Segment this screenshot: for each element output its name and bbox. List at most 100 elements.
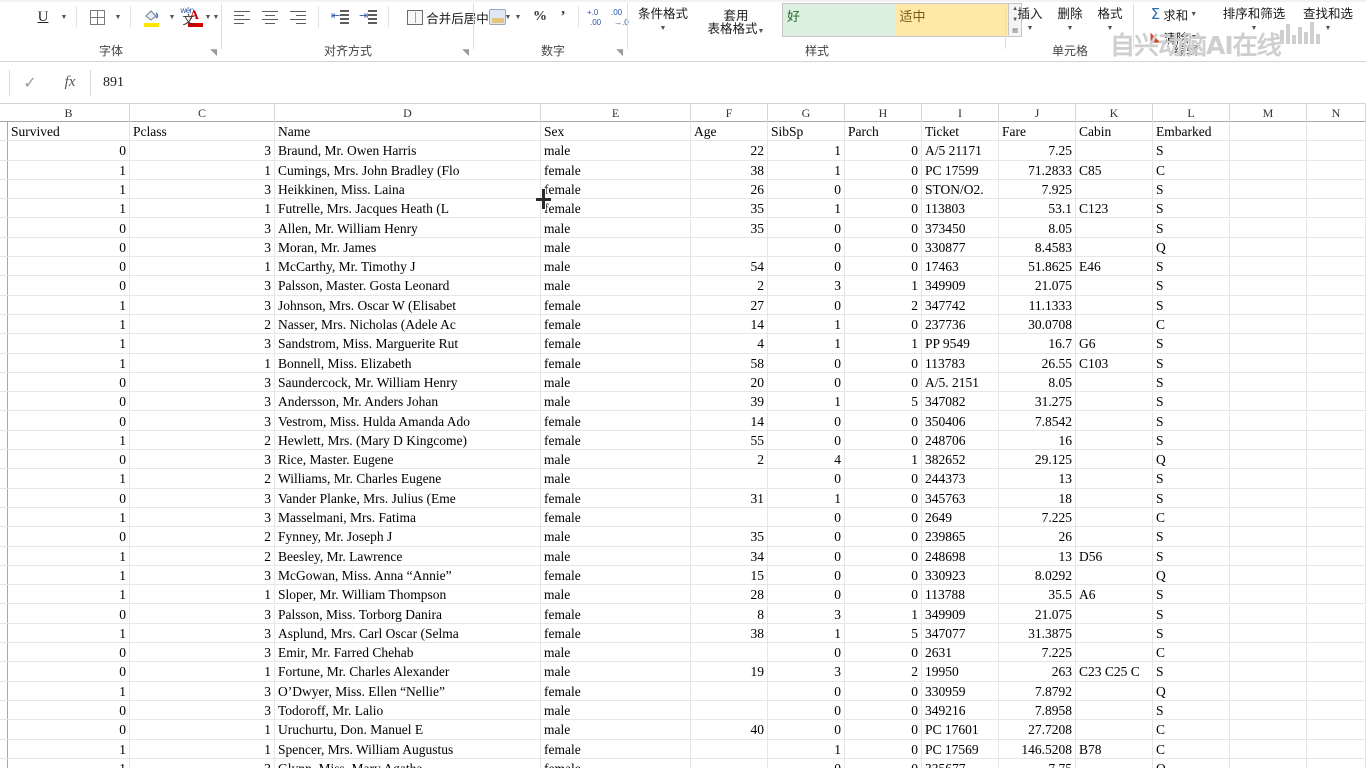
cell-G[interactable]: 1 [768, 334, 845, 354]
cell-K[interactable]: B78 [1076, 739, 1153, 759]
table-row[interactable]: 1 3 Johnson, Mrs. Oscar W (Elisabet female 2… [0, 295, 1366, 315]
cell-L[interactable]: S [1153, 392, 1230, 412]
cell-L[interactable]: S [1153, 276, 1230, 296]
cell-L[interactable]: C [1153, 315, 1230, 335]
cell-I[interactable]: 347077 [922, 623, 999, 644]
cell-L[interactable]: C [1153, 739, 1230, 759]
cell-C[interactable]: 1 [130, 199, 275, 219]
cell-D[interactable]: Fynney, Mr. Joseph J [275, 527, 541, 547]
cell-N[interactable] [1307, 276, 1366, 296]
cell-C[interactable]: 3 [130, 623, 275, 644]
cell-D[interactable]: McCarthy, Mr. Timothy J [275, 257, 541, 277]
cell-H[interactable]: 0 [845, 469, 922, 489]
table-row[interactable]: 1 3 O’Dwyer, Miss. Ellen “Nellie” female 0 0 3… [0, 681, 1366, 701]
cell-G[interactable]: 1 [768, 623, 845, 644]
cell-D[interactable]: O’Dwyer, Miss. Ellen “Nellie” [275, 681, 541, 701]
phonetic-guide-button[interactable]: wén 文 [174, 4, 200, 30]
cell-G[interactable]: 1 [768, 199, 845, 219]
cell-F[interactable] [691, 701, 768, 721]
confirm-entry-button[interactable]: ✓ [10, 73, 50, 93]
table-row[interactable]: 0 3 Vander Planke, Mrs. Julius (Eme female 3… [0, 488, 1366, 508]
cell-J[interactable]: 7.8542 [999, 411, 1076, 431]
cell-C[interactable]: 3 [130, 450, 275, 470]
cell-E[interactable]: female [541, 411, 691, 431]
align-center-button[interactable] [256, 4, 284, 30]
table-row[interactable]: 0 1 Uruchurtu, Don. Manuel Emale 40 0 0 PC 176… [0, 720, 1366, 740]
table-row[interactable]: 0 3 Palsson, Master. Gosta Leonard male 2 3 1 3… [0, 276, 1366, 296]
table-row[interactable]: 1 2 Hewlett, Mrs. (Mary D Kingcome) female 5… [0, 430, 1366, 451]
cell-G[interactable]: 3 [768, 604, 845, 624]
table-row[interactable]: 1 2 Beesley, Mr. Lawrence male 34 0 0 248698 13 D… [0, 546, 1366, 566]
cell-J[interactable]: 31.275 [999, 392, 1076, 412]
cell-B[interactable]: 0 [8, 141, 130, 161]
cell-N[interactable] [1307, 758, 1366, 768]
cell-I[interactable]: 350406 [922, 411, 999, 431]
cell-M[interactable] [1230, 257, 1307, 277]
cell-K[interactable] [1076, 758, 1153, 768]
cell-G[interactable]: 1 [768, 392, 845, 412]
cell-I[interactable]: 349216 [922, 701, 999, 721]
cell-E[interactable]: female [541, 160, 691, 180]
cell-E[interactable]: male [541, 218, 691, 238]
cell-E[interactable]: female [541, 758, 691, 768]
cell-L[interactable]: S [1153, 430, 1230, 451]
cell-D[interactable]: Uruchurtu, Don. Manuel E [275, 720, 541, 740]
cell-B[interactable]: 1 [8, 160, 130, 180]
cell-F[interactable]: 28 [691, 585, 768, 605]
cell-B[interactable]: 1 [8, 295, 130, 315]
cell-E[interactable]: female [541, 681, 691, 701]
cell-H[interactable]: 0 [845, 199, 922, 219]
cell-E[interactable]: Sex [541, 122, 691, 142]
cell-C[interactable]: 1 [130, 257, 275, 277]
cell-N[interactable] [1307, 199, 1366, 219]
table-row[interactable]: 1 3 Masselmani, Mrs. Fatima female 0 0 2649 7.2… [0, 508, 1366, 528]
cell-F[interactable]: 22 [691, 141, 768, 161]
borders-dropdown[interactable]: ▼ [110, 4, 124, 30]
cell-J[interactable]: 18 [999, 488, 1076, 508]
cell-E[interactable]: female [541, 179, 691, 200]
cell-K[interactable] [1076, 701, 1153, 721]
table-row[interactable]: 1 1 Sloper, Mr. William Thompson male 28 0 0 11… [0, 585, 1366, 605]
table-row[interactable]: 0 3 Emir, Mr. Farred Chehab male 0 0 2631 7.225… [0, 643, 1366, 663]
table-row[interactable]: 0 3 Saundercock, Mr. William Henry male 20 0 0… [0, 372, 1366, 393]
cell-K[interactable]: C23 C25 C [1076, 662, 1153, 682]
cell-B[interactable]: 1 [8, 353, 130, 373]
table-row[interactable]: 0 3 Vestrom, Miss. Hulda Amanda Ado female 1… [0, 411, 1366, 431]
cell-I[interactable]: PC 17569 [922, 739, 999, 759]
cell-M[interactable] [1230, 160, 1307, 180]
cell-L[interactable]: C [1153, 160, 1230, 180]
cell-H[interactable]: 0 [845, 218, 922, 238]
cell-M[interactable] [1230, 392, 1307, 412]
cell-B[interactable]: 1 [8, 585, 130, 605]
cell-M[interactable] [1230, 604, 1307, 624]
cell-F[interactable]: 20 [691, 372, 768, 393]
cell-J[interactable]: 8.4583 [999, 237, 1076, 258]
table-row[interactable]: 1 2 Williams, Mr. Charles Eugene male 0 0 2443… [0, 469, 1366, 489]
cell-G[interactable]: 0 [768, 411, 845, 431]
cell-N[interactable] [1307, 585, 1366, 605]
cell-K[interactable] [1076, 411, 1153, 431]
cell-B[interactable]: Survived [8, 122, 130, 142]
cell-B[interactable]: 1 [8, 739, 130, 759]
cell-H[interactable]: 0 [845, 701, 922, 721]
cell-D[interactable]: Hewlett, Mrs. (Mary D Kingcome) [275, 430, 541, 451]
cell-I[interactable]: 19950 [922, 662, 999, 682]
cell-D[interactable]: Name [275, 122, 541, 142]
cell-H[interactable]: 0 [845, 179, 922, 200]
conditional-formatting-button[interactable]: 条件格式 ▼ [632, 2, 694, 40]
column-header-K[interactable]: K [1076, 104, 1153, 122]
cell-H[interactable]: 0 [845, 758, 922, 768]
cell-D[interactable]: Palsson, Master. Gosta Leonard [275, 276, 541, 296]
cell-M[interactable] [1230, 430, 1307, 451]
cell-E[interactable]: female [541, 295, 691, 315]
column-header-J[interactable]: J [999, 104, 1076, 122]
cell-J[interactable]: 146.5208 [999, 739, 1076, 759]
cell-F[interactable] [691, 237, 768, 258]
cell-B[interactable]: 0 [8, 411, 130, 431]
cell-L[interactable]: C [1153, 508, 1230, 528]
cell-D[interactable]: Williams, Mr. Charles Eugene [275, 469, 541, 489]
cell-C[interactable]: 3 [130, 141, 275, 161]
table-row[interactable]: 1 1 Spencer, Mrs. William Augustus female 1 0… [0, 739, 1366, 759]
cell-J[interactable]: 263 [999, 662, 1076, 682]
cell-I[interactable]: PC 17599 [922, 160, 999, 180]
